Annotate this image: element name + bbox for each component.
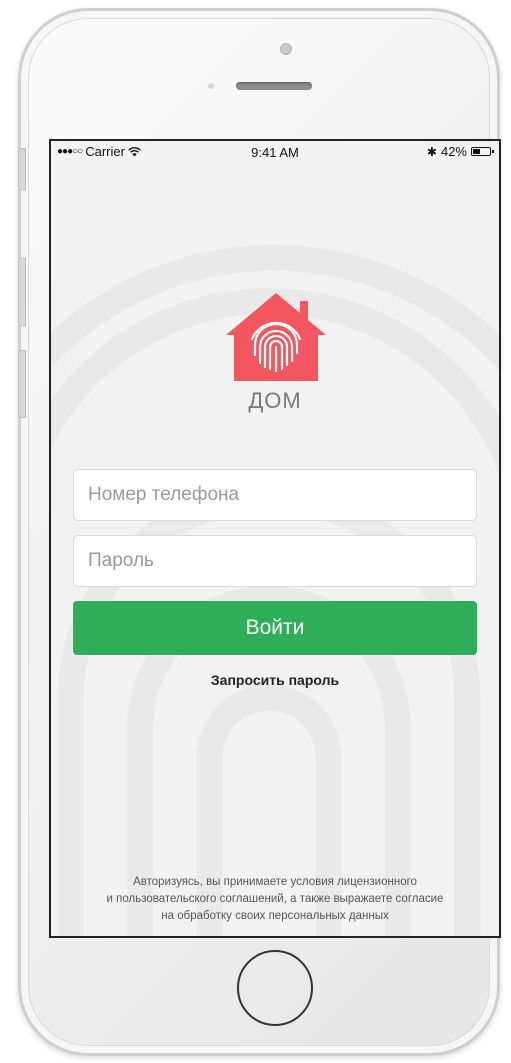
battery-icon bbox=[471, 147, 494, 156]
status-bar: ●●●○○ Carrier 9:41 AM ✱ 42% bbox=[51, 141, 499, 163]
terms-notice: Авторизуясь, вы принимаете условия лицен… bbox=[51, 874, 499, 925]
mute-switch bbox=[18, 148, 26, 190]
password-input[interactable] bbox=[73, 535, 477, 587]
battery-percent: 42% bbox=[440, 144, 467, 159]
app-screen: ●●●○○ Carrier 9:41 AM ✱ 42% ДОМ Войти bbox=[49, 139, 501, 938]
request-password-link[interactable]: Запросить пароль bbox=[51, 672, 499, 688]
app-name: ДОМ bbox=[248, 388, 302, 413]
terms-line-2: и пользовательского соглашений, а также … bbox=[106, 893, 444, 905]
terms-line-3: на обработку своих персональных данных bbox=[161, 910, 389, 922]
phone-number-input[interactable] bbox=[73, 469, 477, 521]
login-button[interactable]: Войти bbox=[73, 601, 477, 655]
bluetooth-icon: ✱ bbox=[426, 144, 437, 159]
home-button[interactable] bbox=[237, 950, 313, 1026]
volume-up-button bbox=[18, 258, 26, 326]
volume-down-button bbox=[18, 350, 26, 418]
front-camera bbox=[280, 43, 292, 55]
terms-line-1: Авторизуясь, вы принимаете условия лицен… bbox=[133, 876, 417, 888]
earpiece-speaker bbox=[236, 82, 312, 90]
house-fingerprint-icon bbox=[226, 293, 326, 381]
proximity-sensor bbox=[208, 83, 214, 89]
